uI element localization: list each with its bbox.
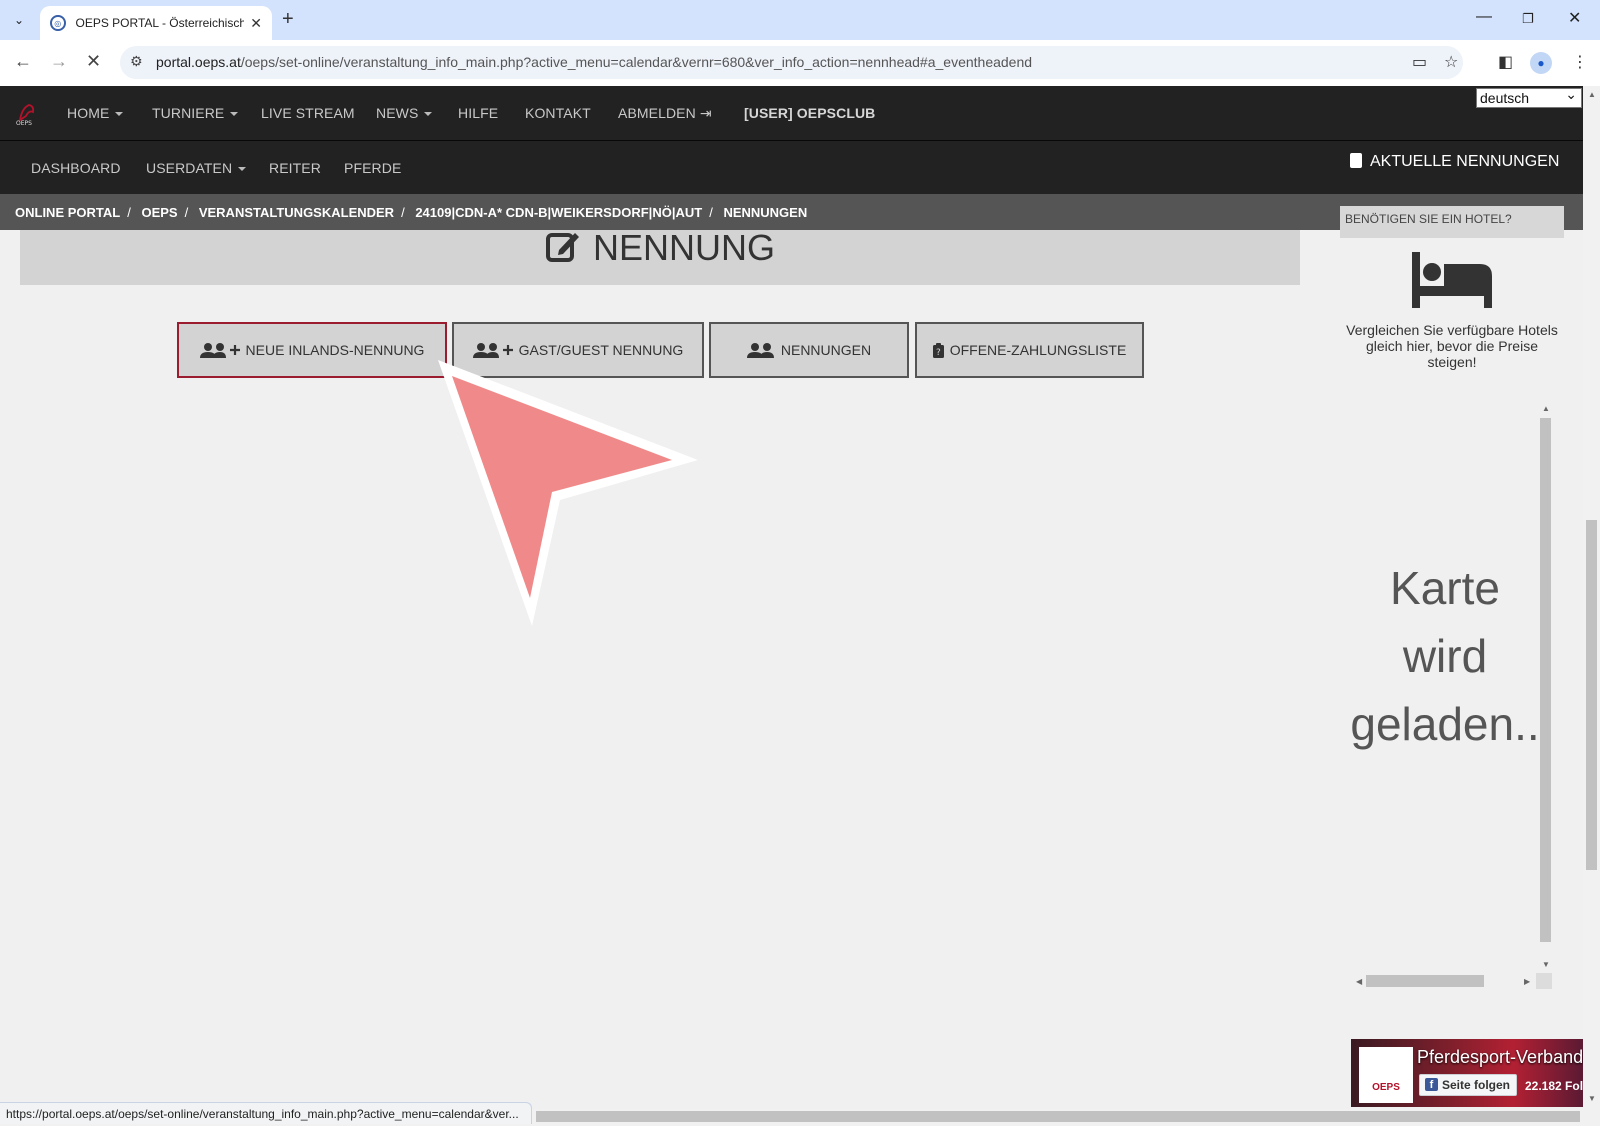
scrollbar-corner (1536, 973, 1552, 989)
minimize-window-icon[interactable]: — (1476, 8, 1492, 26)
breadcrumb-online-portal[interactable]: ONLINE PORTAL (15, 205, 120, 220)
back-arrow-icon[interactable]: ← (14, 51, 32, 72)
facebook-page-widget[interactable]: OEPS Pferdesport-Verband Seite folgen 22… (1351, 1039, 1583, 1107)
clipboard-icon (1350, 153, 1362, 168)
restore-window-icon[interactable]: ❐ (1522, 11, 1534, 27)
browser-toolbar: ← → ✕ ⚙ portal.oeps.at/oeps/set-online/v… (0, 40, 1600, 86)
nav-pferde[interactable]: PFERDE (344, 160, 401, 176)
users-icon (746, 342, 775, 358)
tab-title: OEPS PORTAL - Österreichische (75, 16, 245, 30)
nav-user-account[interactable]: [USER] OEPSCLUB (744, 105, 875, 121)
browser-tab-active[interactable]: ◎ OEPS PORTAL - Österreichische ✕ (40, 6, 272, 40)
clipboard-question-icon: ? (932, 342, 944, 358)
current-entries-link[interactable]: AKTUELLE NENNUNGEN (1350, 153, 1559, 171)
open-payments-list-button[interactable]: ? OFFENE-ZAHLUNGSLISTE (915, 322, 1144, 378)
close-window-icon[interactable]: ✕ (1568, 8, 1581, 28)
nav-userdaten[interactable]: USERDATEN (146, 160, 247, 176)
nav-live-stream[interactable]: LIVE STREAM (261, 105, 355, 121)
users-plus-icon (472, 342, 513, 358)
nav-abmelden[interactable]: ABMELDEN ⇥ (618, 105, 712, 122)
breadcrumb-oeps[interactable]: OEPS (141, 205, 177, 220)
page-horizontal-scrollbar[interactable] (536, 1111, 1580, 1122)
follow-page-button[interactable]: Seite folgen (1419, 1074, 1518, 1096)
scroll-left-arrow-icon[interactable]: ◀ (1356, 977, 1362, 986)
breadcrumb-event[interactable]: 24109|CDN-A* CDN-B|WEIKERSDORF|NÖ|AUT (415, 205, 702, 220)
nav-dashboard[interactable]: DASHBOARD (31, 160, 121, 176)
profile-avatar-icon[interactable]: ● (1530, 52, 1552, 74)
page-scroll-up-arrow-icon[interactable]: ▲ (1588, 90, 1596, 99)
main-navbar: OEPS HOME TURNIERE LIVE STREAM NEWS HILF… (0, 85, 1583, 140)
stop-loading-icon[interactable]: ✕ (86, 51, 101, 72)
nav-news[interactable]: NEWS (376, 105, 433, 121)
status-bar-url: https://portal.oeps.at/oeps/set-online/v… (0, 1102, 532, 1124)
scroll-up-arrow-icon[interactable]: ▲ (1542, 404, 1550, 413)
address-bar[interactable]: ⚙ portal.oeps.at/oeps/set-online/veranst… (120, 46, 1463, 79)
url-text[interactable]: portal.oeps.at/oeps/set-online/veranstal… (156, 54, 1032, 70)
page-vertical-scrollbar[interactable] (1586, 520, 1597, 870)
browser-tabstrip: ⌄ ◎ OEPS PORTAL - Österreichische ✕ + — … (0, 0, 1600, 40)
close-tab-icon[interactable]: ✕ (250, 15, 262, 32)
tab-search-chevron-icon[interactable]: ⌄ (6, 8, 32, 32)
bed-icon (1412, 252, 1492, 308)
oeps-page-logo: OEPS (1359, 1047, 1413, 1103)
nav-reiter[interactable]: REITER (269, 160, 321, 176)
new-domestic-entry-button[interactable]: NEUE INLANDS-NENNUNG (177, 322, 447, 378)
users-plus-icon (199, 342, 240, 358)
card-icon[interactable]: ▭ (1412, 52, 1427, 72)
scroll-right-arrow-icon[interactable]: ▶ (1524, 977, 1530, 986)
oeps-logo-icon[interactable]: OEPS (14, 100, 40, 126)
breadcrumb-calendar[interactable]: VERANSTALTUNGSKALENDER (199, 205, 394, 220)
iframe-vertical-scrollbar[interactable] (1540, 418, 1551, 942)
language-select[interactable]: deutsch (1476, 85, 1582, 108)
caret-down-icon (238, 167, 247, 172)
caret-down-icon (230, 112, 239, 117)
svg-text:?: ? (936, 348, 941, 358)
browser-menu-icon[interactable]: ⋮ (1572, 52, 1588, 72)
nav-kontakt[interactable]: KONTAKT (525, 105, 591, 121)
nav-home[interactable]: HOME (67, 105, 124, 121)
guest-entry-button[interactable]: GAST/GUEST NENNUNG (452, 322, 704, 378)
site-settings-icon[interactable]: ⚙ (130, 53, 143, 70)
scroll-down-arrow-icon[interactable]: ▼ (1542, 960, 1550, 969)
svg-text:OEPS: OEPS (16, 120, 32, 126)
page-heading-box: NENNUNG (20, 227, 1300, 285)
side-panel-icon[interactable]: ◧ (1498, 52, 1513, 72)
breadcrumb-current: NENNUNGEN (723, 205, 808, 220)
site-favicon-icon: ◎ (50, 15, 66, 31)
iframe-horizontal-scrollbar[interactable] (1366, 975, 1484, 987)
edit-icon (545, 233, 579, 262)
hotel-heading: BENÖTIGEN SIE EIN HOTEL? (1340, 206, 1564, 238)
page-title: NENNUNG (20, 227, 1300, 269)
forward-arrow-icon[interactable]: → (50, 51, 68, 72)
caret-down-icon (424, 112, 433, 117)
nav-hilfe[interactable]: HILFE (458, 105, 498, 121)
secondary-navbar: DASHBOARD USERDATEN REITER PFERDE AKTUEL… (0, 140, 1583, 194)
nav-turniere[interactable]: TURNIERE (152, 105, 239, 121)
caret-down-icon (115, 112, 124, 117)
page-scroll-down-arrow-icon[interactable]: ▼ (1588, 1094, 1596, 1103)
hotel-promo-text: Vergleichen Sie verfügbare Hotels gleich… (1346, 322, 1558, 370)
breadcrumb: ONLINE PORTAL / OEPS / VERANSTALTUNGSKALEN… (15, 205, 808, 220)
bookmark-star-icon[interactable]: ☆ (1444, 52, 1458, 72)
new-tab-button[interactable]: + (282, 8, 294, 31)
follower-count: 22.182 Foll (1525, 1079, 1583, 1093)
entries-button[interactable]: NENNUNGEN (709, 322, 909, 378)
facebook-page-title[interactable]: Pferdesport-Verband (1417, 1047, 1583, 1068)
map-loading-text: Karte wird geladen.. (1350, 562, 1540, 750)
logout-icon: ⇥ (699, 105, 712, 121)
